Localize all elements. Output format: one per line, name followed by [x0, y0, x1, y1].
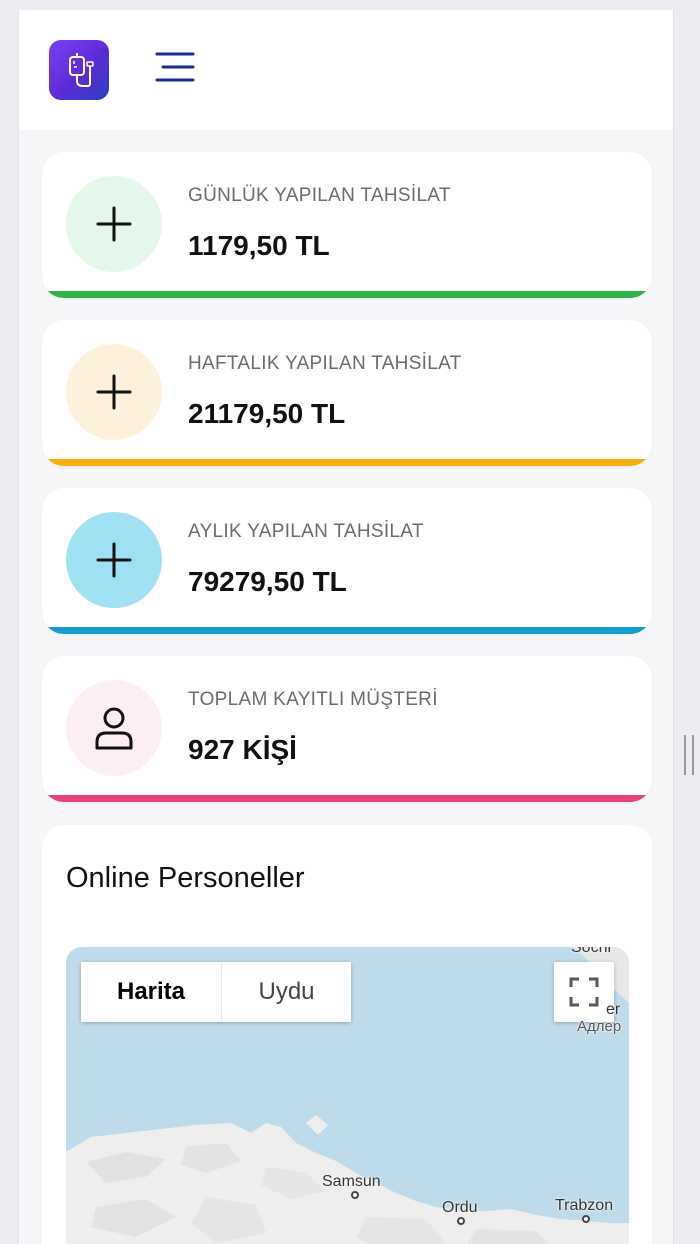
total-customers-card[interactable]: TOPLAM KAYITLI MÜŞTERİ 927 KİŞİ	[42, 656, 652, 802]
top-bar	[19, 10, 673, 130]
daily-collection-card[interactable]: GÜNLÜK YAPILAN TAHSİLAT 1179,50 TL	[42, 152, 652, 298]
city-marker	[582, 1215, 590, 1223]
stat-label: HAFTALIK YAPILAN TAHSİLAT	[188, 353, 462, 374]
stat-value: 927 KİŞİ	[188, 734, 297, 765]
app-logo[interactable]	[49, 40, 109, 100]
stat-value: 79279,50 TL	[188, 566, 347, 597]
stat-label: GÜNLÜK YAPILAN TAHSİLAT	[188, 185, 451, 206]
stat-value: 21179,50 TL	[188, 398, 346, 429]
monthly-collection-card[interactable]: AYLIK YAPILAN TAHSİLAT 79279,50 TL	[42, 488, 652, 634]
map-label-adler-ru: Адлер	[577, 1018, 622, 1035]
resize-handle[interactable]	[684, 735, 694, 775]
weekly-collection-card[interactable]: HAFTALIK YAPILAN TAHSİLAT 21179,50 TL	[42, 320, 652, 466]
city-marker	[457, 1217, 465, 1225]
hamburger-menu-icon	[155, 52, 195, 82]
map-view[interactable]: Harita Uydu Sochi er Адлер Samsun Ordu T…	[66, 947, 629, 1244]
stat-icon-circle	[66, 680, 162, 776]
iv-bag-icon	[69, 53, 94, 87]
map-label-adler: er	[606, 1001, 621, 1018]
fullscreen-button[interactable]	[554, 962, 614, 1022]
map-label-ordu: Ordu	[442, 1199, 478, 1216]
user-icon	[95, 707, 133, 750]
map-label-sochi: Sochi	[571, 947, 612, 956]
stat-label: TOPLAM KAYITLI MÜŞTERİ	[188, 689, 438, 710]
map-tab-harita[interactable]: Harita	[81, 962, 222, 1022]
menu-button[interactable]	[153, 50, 197, 86]
stat-icon-circle	[66, 344, 162, 440]
stat-accent-bar	[42, 627, 652, 634]
map-label-trabzon: Trabzon	[555, 1197, 614, 1214]
app-frame: GÜNLÜK YAPILAN TAHSİLAT 1179,50 TL HAFTA…	[18, 10, 674, 1244]
city-marker	[351, 1191, 359, 1199]
stat-accent-bar	[42, 459, 652, 466]
stat-icon-circle	[66, 176, 162, 272]
plus-icon	[96, 374, 132, 410]
map-label-samsun: Samsun	[322, 1173, 381, 1190]
fullscreen-icon	[569, 977, 599, 1007]
plus-icon	[96, 206, 132, 242]
online-personnel-card: Online Personeller Harita Uydu Sochi er …	[42, 825, 652, 1244]
stat-accent-bar	[42, 795, 652, 802]
stat-accent-bar	[42, 291, 652, 298]
stat-icon-circle	[66, 512, 162, 608]
map-tab-uydu[interactable]: Uydu	[222, 962, 351, 1022]
map-type-control: Harita Uydu	[81, 962, 351, 1022]
plus-icon	[96, 542, 132, 578]
stat-value: 1179,50 TL	[188, 230, 330, 261]
section-title: Online Personeller	[66, 862, 305, 894]
stat-label: AYLIK YAPILAN TAHSİLAT	[188, 521, 424, 542]
